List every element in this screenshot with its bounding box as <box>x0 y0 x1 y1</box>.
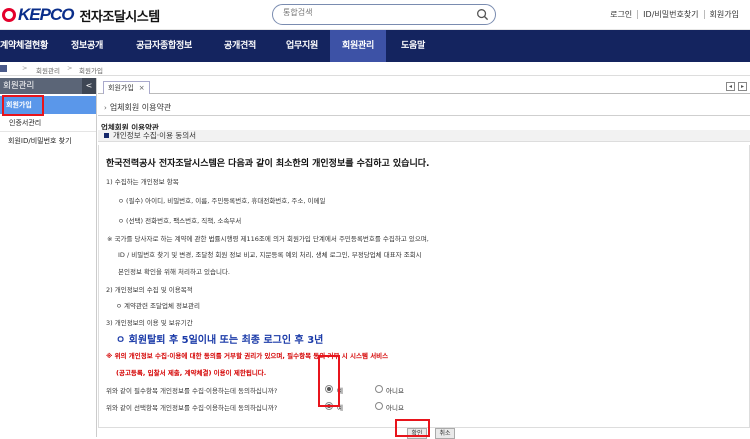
consent-required-no-radio[interactable] <box>375 385 383 393</box>
tab-signup[interactable]: 회원가입 × <box>103 81 150 94</box>
sidebar: 회원관리 < 회원가입 인증서관리 회원ID/비밀번호 찾기 <box>0 78 97 437</box>
consent-required-question: 위와 같이 필수항목 개인정보를 수집·이용하는데 동의하십니까? <box>106 387 278 395</box>
cancel-button[interactable]: 취소 <box>435 428 455 439</box>
highlight-box <box>318 355 340 407</box>
nav-help[interactable]: 도움말 <box>386 30 440 62</box>
chevron-right-icon: › <box>104 104 107 112</box>
terms-line: 2) 개인정보의 수집 및 이용목적 <box>106 286 193 294</box>
highlight-box <box>2 95 44 116</box>
bullet-square-icon <box>104 133 109 138</box>
terms-line: ※ 국가를 당사자로 하는 계약에 관한 법률시행령 제116조에 의거 회원가… <box>107 235 429 243</box>
logo-text: KEPCO <box>18 5 74 24</box>
breadcrumb-signup: 회원가입 <box>79 67 103 75</box>
tab-label: 회원가입 <box>108 84 134 92</box>
tab-scroll-left-icon[interactable]: ◂ <box>726 82 735 91</box>
logo[interactable]: KEPCO 전자조달시스템 <box>2 5 160 25</box>
breadcrumb-member-mgmt[interactable]: 회원관리 <box>36 65 60 75</box>
consent-optional-no-radio[interactable] <box>375 402 383 410</box>
nav-member-mgmt[interactable]: 회원관리 <box>330 30 386 62</box>
main-content: › 업체회원 이용약관 업체회원 이용약관 개인정보 수집·이용 동의서 한국전력… <box>98 96 750 439</box>
radio-label: 아니요 <box>386 404 404 412</box>
tab-controls: ◂ ▸ <box>723 82 747 91</box>
nav-public-quote[interactable]: 공개견적 <box>206 30 274 62</box>
terms-line: ㅇ (선택) 전화번호, 팩스번호, 직책, 소속부서 <box>118 217 242 225</box>
sidebar-title: 회원관리 < <box>0 78 96 94</box>
terms-line: ID / 비밀번호 찾기 및 변경, 조달청 회원 정보 비교, 지문등록 예외… <box>118 251 422 259</box>
breadcrumb-separator-icon: > <box>22 64 28 72</box>
sidebar-item-cert[interactable]: 인증서관리 <box>0 114 96 132</box>
sub-heading-bar: 개인정보 수집·이용 동의서 <box>98 130 750 142</box>
terms-line: ㅇ (필수) 아이디, 비밀번호, 이름, 주민등록번호, 휴대전화번호, 주소… <box>118 197 326 205</box>
login-link[interactable]: 로그인 <box>605 10 637 19</box>
search-box <box>272 4 496 25</box>
find-id-link[interactable]: ID/비밀번호찾기 <box>637 10 703 19</box>
close-icon[interactable]: × <box>139 84 145 92</box>
nav-supplier-info[interactable]: 공급자종합정보 <box>122 30 206 62</box>
collapse-icon[interactable]: < <box>82 78 96 94</box>
radio-label: 아니요 <box>386 387 404 395</box>
top-bar: KEPCO 전자조달시스템 로그인 ID/비밀번호찾기 회원가입 <box>0 0 750 30</box>
terms-line: 본인정보 확인을 위해 처리하고 있습니다. <box>118 268 230 276</box>
signup-link[interactable]: 회원가입 <box>703 10 744 19</box>
home-icon[interactable] <box>0 65 7 72</box>
terms-line: ㅇ 계약관련 조달업체 정보관리 <box>116 302 200 310</box>
terms-headline: 한국전력공사 전자조달시스템은 다음과 같이 최소한의 개인정보를 수집하고 있… <box>106 159 430 169</box>
terms-line: 1) 수집하는 개인정보 항목 <box>106 178 179 186</box>
top-links: 로그인 ID/비밀번호찾기 회원가입 <box>605 10 744 19</box>
search-input[interactable] <box>283 8 463 17</box>
nav-disclosure[interactable]: 정보공개 <box>48 30 122 62</box>
warning-line: ※ 위의 개인정보 수집·이용에 대한 동의를 거부할 권리가 있으며, 필수항… <box>106 352 389 360</box>
tab-scroll-right-icon[interactable]: ▸ <box>738 82 747 91</box>
nav-contract-status[interactable]: 계약체결현황 <box>0 30 48 62</box>
warning-line: (공고등록, 입찰서 제출, 계약체결) 이용이 제한됩니다. <box>116 369 267 377</box>
breadcrumb-separator-icon: > <box>67 64 73 72</box>
consent-optional-question: 위와 같이 선택항목 개인정보를 수집·이용하는데 동의하십니까? <box>106 404 278 412</box>
retention-period: ㅇ 회원탈퇴 후 5일이내 또는 최종 로그인 후 3년 <box>116 335 324 346</box>
nav-work-support[interactable]: 업무지원 <box>274 30 330 62</box>
site-title: 전자조달시스템 <box>79 9 160 25</box>
breadcrumb: > 회원관리 > 회원가입 <box>0 62 750 76</box>
terms-box: 한국전력공사 전자조달시스템은 다음과 같이 최소한의 개인정보를 수집하고 있… <box>98 145 750 428</box>
search-icon[interactable] <box>476 8 489 21</box>
tab-strip: 회원가입 × ◂ ▸ <box>98 79 750 94</box>
main-nav: 계약체결현황 정보공개 공급자종합정보 공개견적 업무지원 회원관리 도움말 <box>0 30 750 62</box>
highlight-box <box>395 419 430 437</box>
section-bar: › 업체회원 이용약관 <box>98 100 750 116</box>
section-title: 업체회원 이용약관 <box>109 103 172 112</box>
sidebar-title-label: 회원관리 <box>3 81 35 91</box>
kepco-logo-icon <box>2 8 16 22</box>
sub-heading: 개인정보 수집·이용 동의서 <box>113 131 197 140</box>
terms-line: 3) 개인정보의 이용 및 보유기간 <box>106 319 193 327</box>
sidebar-item-find-id[interactable]: 회원ID/비밀번호 찾기 <box>0 132 96 150</box>
